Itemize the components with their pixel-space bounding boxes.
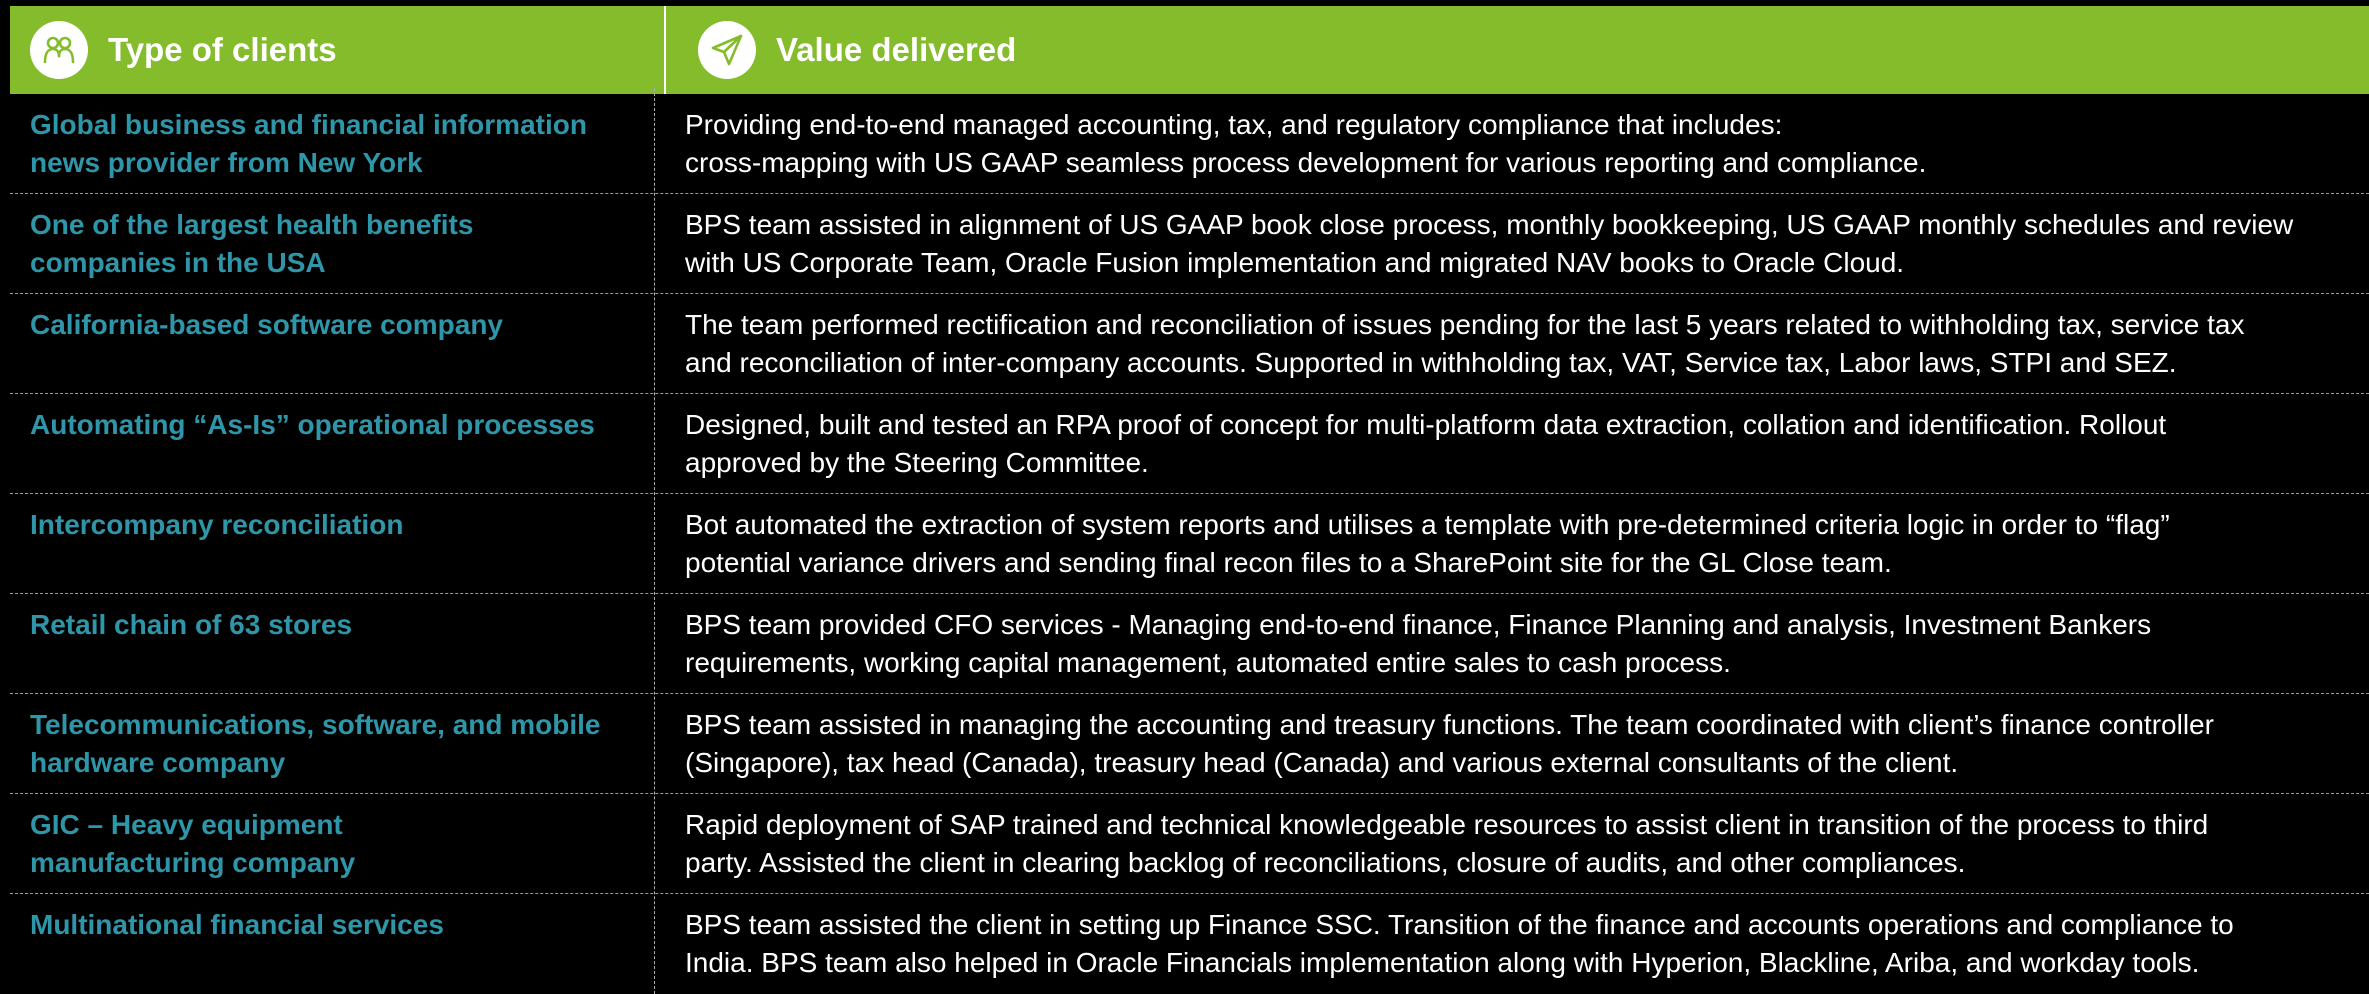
client-type-line: hardware company bbox=[30, 747, 286, 778]
value-delivered-line: BPS team assisted in alignment of US GAA… bbox=[685, 209, 2294, 240]
value-delivered-cell: BPS team provided CFO services - Managin… bbox=[685, 606, 2355, 682]
value-delivered-line: potential variance drivers and sending f… bbox=[685, 547, 1892, 578]
value-delivered-line: with US Corporate Team, Oracle Fusion im… bbox=[685, 247, 1905, 278]
clients-table: Type of clients Value delivered Global b… bbox=[10, 6, 2369, 994]
table-row: GIC – Heavy equipment manufacturing compa… bbox=[10, 794, 2369, 894]
header-col2-label: Value delivered bbox=[776, 31, 1017, 68]
client-type-line: GIC – Heavy equipment bbox=[30, 809, 343, 840]
header-col1-label: Type of clients bbox=[108, 31, 337, 68]
value-delivered-line: India. BPS team also helped in Oracle Fi… bbox=[685, 947, 2200, 978]
value-delivered-line: BPS team assisted the client in setting … bbox=[685, 909, 2234, 940]
client-type-cell: Intercompany reconciliation bbox=[30, 506, 650, 544]
value-delivered-line: party. Assisted the client in clearing b… bbox=[685, 847, 1966, 878]
value-delivered-line: BPS team assisted in managing the accoun… bbox=[685, 709, 2214, 740]
client-type-line: Telecommunications, software, and mobile bbox=[30, 709, 601, 740]
client-type-cell: California-based software company bbox=[30, 306, 650, 344]
column-divider bbox=[654, 88, 655, 994]
value-delivered-line: The team performed rectification and rec… bbox=[685, 309, 2245, 340]
table-row: Multinational financial services BPS team… bbox=[10, 894, 2369, 994]
people-icon bbox=[30, 21, 88, 79]
client-type-line: Automating “As-Is” operational processes bbox=[30, 409, 595, 440]
client-type-cell: Automating “As-Is” operational processes bbox=[30, 406, 650, 444]
client-type-cell: GIC – Heavy equipment manufacturing compa… bbox=[30, 806, 650, 882]
table-row: Telecommunications, software, and mobile… bbox=[10, 694, 2369, 794]
value-delivered-cell: Rapid deployment of SAP trained and tech… bbox=[685, 806, 2355, 882]
client-type-line: Intercompany reconciliation bbox=[30, 509, 404, 540]
value-delivered-cell: BPS team assisted the client in setting … bbox=[685, 906, 2355, 982]
client-type-cell: Retail chain of 63 stores bbox=[30, 606, 650, 644]
table-row: Global business and financial informatio… bbox=[10, 94, 2369, 194]
value-delivered-line: requirements, working capital management… bbox=[685, 647, 1731, 678]
client-type-line: Global business and financial informatio… bbox=[30, 109, 587, 140]
client-type-line: Retail chain of 63 stores bbox=[30, 609, 353, 640]
table-row: Automating “As-Is” operational processes… bbox=[10, 394, 2369, 494]
client-type-line: California-based software company bbox=[30, 309, 504, 340]
value-delivered-line: approved by the Steering Committee. bbox=[685, 447, 1149, 478]
value-delivered-line: cross-mapping with US GAAP seamless proc… bbox=[685, 147, 1927, 178]
client-type-line: companies in the USA bbox=[30, 247, 326, 278]
table-row: Retail chain of 63 stores BPS team provid… bbox=[10, 594, 2369, 694]
table-body: Global business and financial informatio… bbox=[10, 94, 2369, 994]
table-row: California-based software company The tea… bbox=[10, 294, 2369, 394]
table-row: Intercompany reconciliation Bot automated… bbox=[10, 494, 2369, 594]
value-delivered-line: Designed, built and tested an RPA proof … bbox=[685, 409, 2167, 440]
value-delivered-line: Providing end-to-end managed accounting,… bbox=[685, 109, 1783, 140]
client-type-line: Multinational financial services bbox=[30, 909, 444, 940]
value-delivered-cell: Bot automated the extraction of system r… bbox=[685, 506, 2355, 582]
value-delivered-cell: BPS team assisted in alignment of US GAA… bbox=[685, 206, 2355, 282]
client-type-cell: Global business and financial informatio… bbox=[30, 106, 650, 182]
value-delivered-cell: The team performed rectification and rec… bbox=[685, 306, 2355, 382]
value-delivered-line: and reconciliation of inter-company acco… bbox=[685, 347, 2177, 378]
client-type-cell: Telecommunications, software, and mobile… bbox=[30, 706, 650, 782]
value-delivered-line: (Singapore), tax head (Canada), treasury… bbox=[685, 747, 1959, 778]
header-type-of-clients: Type of clients bbox=[10, 6, 664, 94]
client-type-line: news provider from New York bbox=[30, 147, 423, 178]
value-delivered-cell: Designed, built and tested an RPA proof … bbox=[685, 406, 2355, 482]
value-delivered-line: BPS team provided CFO services - Managin… bbox=[685, 609, 2152, 640]
value-delivered-cell: Providing end-to-end managed accounting,… bbox=[685, 106, 2355, 182]
paper-plane-icon bbox=[698, 21, 756, 79]
value-delivered-line: Rapid deployment of SAP trained and tech… bbox=[685, 809, 2209, 840]
table-header: Type of clients Value delivered bbox=[10, 6, 2369, 94]
client-type-line: manufacturing company bbox=[30, 847, 356, 878]
client-type-line: One of the largest health benefits bbox=[30, 209, 474, 240]
value-delivered-cell: BPS team assisted in managing the accoun… bbox=[685, 706, 2355, 782]
client-type-cell: Multinational financial services bbox=[30, 906, 650, 944]
header-value-delivered: Value delivered bbox=[666, 6, 2369, 94]
value-delivered-line: Bot automated the extraction of system r… bbox=[685, 509, 2170, 540]
client-type-cell: One of the largest health benefits compan… bbox=[30, 206, 650, 282]
table-row: One of the largest health benefits compan… bbox=[10, 194, 2369, 294]
